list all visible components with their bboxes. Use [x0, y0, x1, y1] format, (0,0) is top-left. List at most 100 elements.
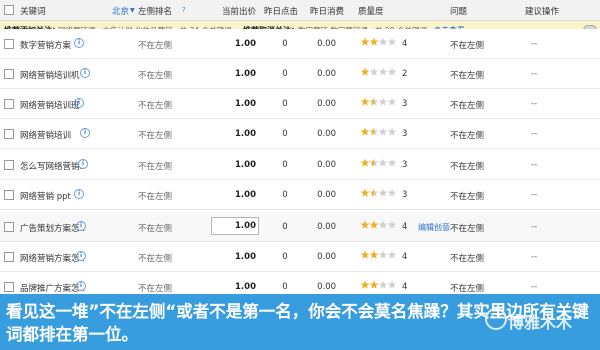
keyword-info-icon[interactable]: i — [80, 68, 90, 78]
quality-stars-icon — [360, 250, 397, 259]
bid-cell[interactable]: 1.00 — [222, 99, 256, 109]
keyword-cell[interactable]: 怎么写网络营销.. — [20, 160, 85, 172]
table-row[interactable]: 网络营销方案怎.. i 不在左侧 1.00 0 0.00 4 不在左侧 -- — [0, 242, 600, 272]
rank-cell: 不在左侧 — [138, 71, 173, 81]
cost-cell: 0.00 — [317, 99, 336, 109]
quality-score: 4 — [402, 252, 408, 262]
issue-cell: 不在左侧 — [450, 162, 485, 172]
quality-score: 3 — [402, 99, 408, 109]
clicks-cell: 0 — [282, 190, 288, 200]
star-empty — [369, 67, 379, 76]
keyword-column-header[interactable]: 关键词 — [20, 5, 46, 17]
star-filled — [360, 280, 370, 289]
row-checkbox[interactable] — [4, 160, 14, 170]
bid-cell[interactable]: 1.00 — [222, 160, 256, 170]
clicks-cell: 0 — [282, 282, 288, 292]
clicks-cell: 0 — [282, 99, 288, 109]
row-checkbox[interactable] — [4, 252, 14, 262]
bid-column-header[interactable]: 当前出价 — [222, 5, 256, 17]
bid-cell[interactable]: 1.00 — [211, 217, 259, 235]
table-row[interactable]: 广告策划方案怎.. i 不在左侧 1.00 0 0.00 4 编辑创意 不在左侧 -- — [0, 212, 600, 242]
row-checkbox[interactable] — [4, 99, 14, 109]
quality-stars-icon — [360, 280, 397, 289]
row-checkbox[interactable] — [4, 190, 14, 200]
keyword-info-icon[interactable]: i — [74, 38, 84, 48]
rank-cell: 不在左侧 — [138, 224, 173, 234]
keyword-info-icon[interactable]: i — [78, 159, 88, 169]
bid-cell[interactable]: 1.00 — [222, 282, 256, 292]
row-checkbox[interactable] — [4, 39, 14, 49]
star-filled — [360, 158, 370, 167]
keyword-info-icon[interactable]: i — [80, 128, 90, 138]
edit-creative-link[interactable]: 编辑创意 — [418, 222, 450, 233]
star-empty — [387, 97, 397, 106]
quality-stars-icon — [360, 188, 397, 197]
keyword-info-icon[interactable]: i — [74, 98, 84, 108]
rank-cell: 不在左侧 — [138, 162, 173, 172]
table-row[interactable]: 网络营销培训机 i 不在左侧 1.00 0 0.00 2 不在左侧 -- — [0, 59, 600, 89]
keyword-info-icon[interactable]: i — [76, 221, 86, 231]
region-dropdown-arrow-icon[interactable]: ▼ — [130, 7, 135, 14]
bid-cell[interactable]: 1.00 — [222, 252, 256, 262]
bid-cell[interactable]: 1.00 — [222, 129, 256, 139]
clicks-column-header[interactable]: 昨日点击 — [264, 5, 298, 17]
clicks-cell: 0 — [282, 129, 288, 139]
star-filled — [360, 127, 370, 136]
cost-cell: 0.00 — [317, 69, 336, 79]
star-empty — [378, 220, 388, 229]
star-filled — [360, 37, 370, 46]
keyword-cell[interactable]: 网络营销培训班 — [20, 99, 80, 111]
bid-cell[interactable]: 1.00 — [222, 39, 256, 49]
table-row[interactable]: 数字营销方案 i 不在左侧 1.00 0 0.00 4 不在左侧 -- — [0, 29, 600, 59]
rank-cell: 不在左侧 — [138, 101, 173, 111]
table-row[interactable]: 怎么写网络营销.. i 不在左侧 1.00 0 0.00 3 不在左侧 -- — [0, 150, 600, 180]
star-empty — [378, 158, 388, 167]
rank-cell: 不在左侧 — [138, 41, 173, 51]
star-empty — [378, 188, 388, 197]
select-all-checkbox[interactable] — [4, 5, 14, 15]
cost-cell: 0.00 — [317, 39, 336, 49]
star-empty — [387, 158, 397, 167]
row-checkbox[interactable] — [4, 69, 14, 79]
keyword-cell[interactable]: 网络营销 ppt — [20, 190, 71, 202]
suggestion-cell: -- — [531, 69, 538, 79]
table-row[interactable]: 网络营销培训 i 不在左侧 1.00 0 0.00 3 不在左侧 -- — [0, 119, 600, 149]
keyword-info-icon[interactable]: i — [76, 251, 86, 261]
clicks-cell: 0 — [282, 39, 288, 49]
cost-column-header[interactable]: 昨日消费 — [310, 5, 344, 17]
clicks-cell: 0 — [282, 69, 288, 79]
quality-stars-icon — [360, 37, 397, 46]
cost-cell: 0.00 — [317, 160, 336, 170]
star-empty — [387, 250, 397, 259]
suggestion-column-header: 建议操作 — [525, 7, 560, 17]
quality-column-header[interactable]: 质量度 — [358, 5, 384, 17]
star-filled — [360, 220, 370, 229]
region-selector[interactable]: 北京 — [112, 5, 129, 17]
rank-help-icon[interactable]: ? — [182, 6, 186, 14]
suggestion-cell: -- — [531, 190, 538, 200]
clicks-cell: 0 — [282, 222, 288, 232]
bid-cell[interactable]: 1.00 — [222, 69, 256, 79]
keyword-cell[interactable]: 数字营销方案 — [20, 39, 71, 51]
keyword-info-icon[interactable]: i — [76, 281, 86, 291]
star-empty — [378, 250, 388, 259]
issue-cell: 不在左侧 — [450, 71, 485, 81]
row-checkbox[interactable] — [4, 129, 14, 139]
bid-cell[interactable]: 1.00 — [222, 190, 256, 200]
keyword-cell[interactable]: 网络营销培训机 — [20, 69, 80, 81]
keyword-cell[interactable]: 网络营销培训 — [20, 129, 71, 141]
table-header: 关键词 北京 ▼ 左侧排名 ? 当前出价 昨日点击 昨日消费 质量度 问题 建议… — [0, 0, 600, 21]
keyword-info-icon[interactable]: i — [74, 189, 84, 199]
star-empty — [387, 280, 397, 289]
star-empty — [378, 37, 388, 46]
issue-cell: 不在左侧 — [450, 192, 485, 202]
quality-score: 3 — [402, 160, 408, 170]
table-row[interactable]: 网络营销培训班 i 不在左侧 1.00 0 0.00 3 不在左侧 -- — [0, 89, 600, 119]
table-row[interactable]: 网络营销 ppt i 不在左侧 1.00 0 0.00 3 不在左侧 -- — [0, 180, 600, 210]
quality-stars-icon — [360, 97, 397, 106]
rank-column-header[interactable]: 左侧排名 — [138, 5, 172, 17]
issue-cell: 不在左侧 — [450, 224, 485, 234]
row-checkbox[interactable] — [4, 222, 14, 232]
suggestion-cell: -- — [531, 282, 538, 292]
row-checkbox[interactable] — [4, 282, 14, 292]
